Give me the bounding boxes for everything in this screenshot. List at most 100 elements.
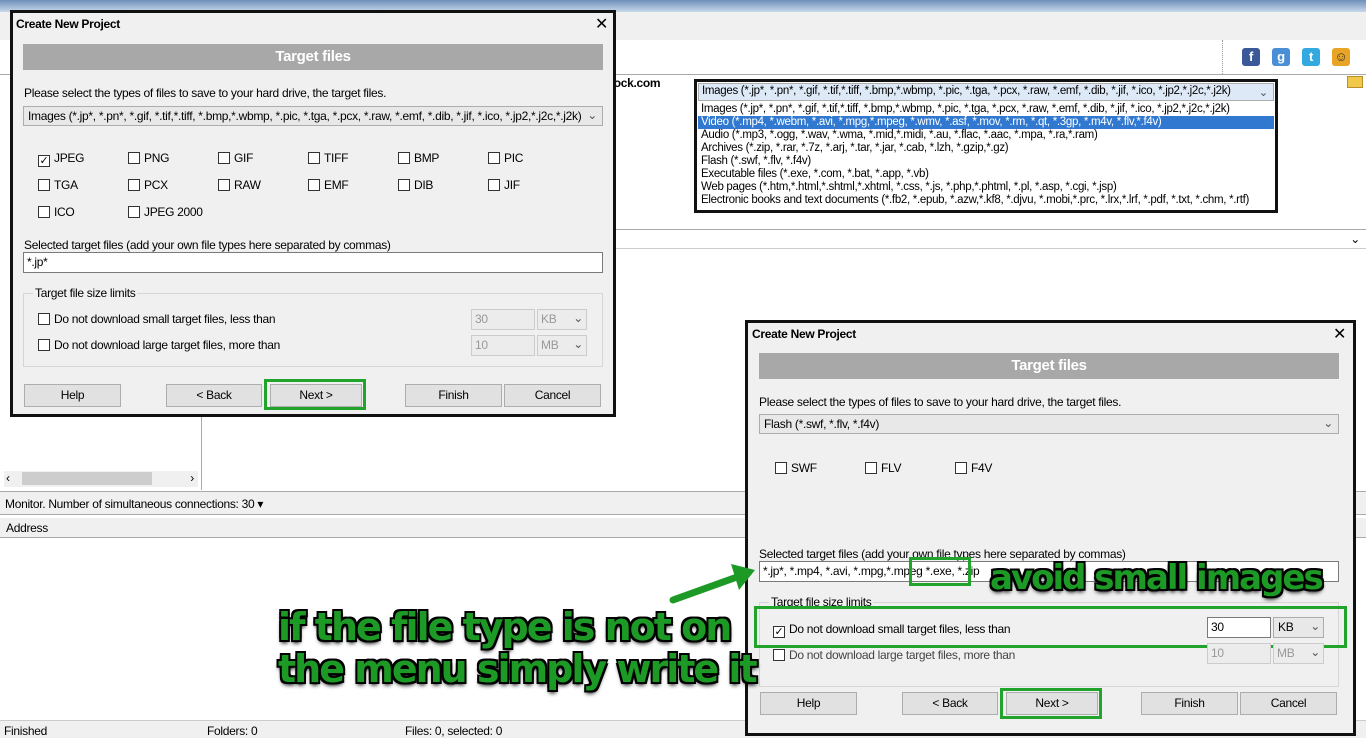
checkbox-png[interactable]: PNG [128,151,169,165]
help-button[interactable]: Help [24,384,121,407]
checkbox-jpeg-2000[interactable]: JPEG 2000 [128,205,203,219]
checkbox-label: PNG [144,151,170,165]
chevron-down-icon[interactable]: ⌄ [1350,232,1360,246]
checkbox[interactable] [128,179,140,191]
checkbox[interactable] [773,649,785,661]
checkbox-dib[interactable]: DIB [398,178,433,192]
annotation-hint: if the file type is not on the menu simpl… [278,606,758,690]
checkbox[interactable] [38,313,50,325]
select-value: Flash (*.swf, *.flv, *.f4v) [764,417,880,431]
horizontal-scrollbar[interactable]: ‹ › [4,471,198,487]
size-limits-label: Target file size limits [33,286,138,300]
finish-button[interactable]: Finish [405,384,502,407]
dropdown-option[interactable]: Flash (*.swf, *.flv, *.f4v) [698,155,1274,168]
large-files-checkbox[interactable]: Do not download large target files, more… [773,648,1015,662]
scroll-left-icon[interactable]: ‹ [6,471,10,485]
checkbox[interactable] [218,152,230,164]
dropdown-option[interactable]: Video (*.mp4, *.webm, *.avi, *.mpg,*.mpe… [698,116,1274,129]
checkbox[interactable] [775,462,787,474]
small-unit-select[interactable]: KB ⌄ [537,309,587,330]
folders-count: Folders: 0 [207,724,258,738]
close-icon[interactable]: ✕ [595,14,608,34]
checkbox-label: SWF [791,461,817,475]
checkbox-jif[interactable]: JIF [488,178,520,192]
checkbox[interactable] [398,152,410,164]
checkbox[interactable] [955,462,967,474]
highlight-box [909,557,971,586]
checkbox-tga[interactable]: TGA [38,178,78,192]
checkbox[interactable] [308,152,320,164]
twitter-icon[interactable]: t [1302,48,1320,66]
back-button[interactable]: < Back [902,692,998,715]
checkbox-gif[interactable]: GIF [218,151,253,165]
dropdown-option[interactable]: Archives (*.zip, *.rar, *.7z, *.arj, *.t… [698,142,1274,155]
cancel-button[interactable]: Cancel [1240,692,1337,715]
users-icon[interactable]: ☺ [1332,48,1350,66]
checkbox[interactable] [865,462,877,474]
dropdown-option[interactable]: Electronic books and text documents (*.f… [698,194,1274,207]
small-size-input[interactable]: 30 [471,309,535,330]
checkbox[interactable] [128,152,140,164]
checkbox-label: F4V [971,461,993,475]
dialog-title: Create New Project [752,327,856,341]
large-files-checkbox[interactable]: Do not download large target files, more… [38,338,280,352]
checkbox-raw[interactable]: RAW [218,178,261,192]
folder-icon[interactable] [1347,76,1363,88]
dropdown-option[interactable]: Executable files (*.exe, *.com, *.bat, *… [698,168,1274,181]
selected-target-input[interactable]: *.jp* [23,252,603,273]
small-files-checkbox[interactable]: Do not download small target files, less… [38,312,276,326]
checkbox[interactable] [128,206,140,218]
back-button[interactable]: < Back [166,384,262,407]
checkbox-tiff[interactable]: TIFF [308,151,348,165]
section-header: Target files [759,353,1339,379]
dropdown-option[interactable]: Images (*.jp*, *.pn*, *.gif, *.tif,*.tif… [698,103,1274,116]
scroll-thumb[interactable] [22,472,152,485]
checkbox-label: JPEG 2000 [144,205,203,219]
checkbox-pcx[interactable]: PCX [128,178,168,192]
checkbox-f4v[interactable]: F4V [955,461,992,475]
checkbox-flv[interactable]: FLV [865,461,902,475]
checkbox-pic[interactable]: PIC [488,151,523,165]
caret-down-icon[interactable]: ▾ [257,497,263,511]
checkbox[interactable] [398,179,410,191]
close-icon[interactable]: ✕ [1333,324,1346,344]
dropdown-option[interactable]: Web pages (*.htm,*.html,*.shtml,*.xhtml,… [698,181,1274,194]
checkbox-bmp[interactable]: BMP [398,151,439,165]
section-header: Target files [23,44,603,70]
checkbox-label: Do not download small target files, less… [54,312,276,326]
file-type-select[interactable]: Images (*.jp*, *.pn*, *.gif, *.tif,*.tif… [23,106,603,126]
google-icon[interactable]: g [1272,48,1290,66]
checkbox-label: ICO [54,205,75,219]
annotation-avoid-small: avoid small images [990,558,1324,598]
cancel-button[interactable]: Cancel [504,384,601,407]
checkbox-ico[interactable]: ICO [38,205,75,219]
checkbox[interactable] [218,179,230,191]
checkbox[interactable] [488,179,500,191]
dropdown-option[interactable]: Audio (*.mp3, *.ogg, *.wav, *.wma, *.mid… [698,129,1274,142]
checkbox[interactable]: ✓ [38,155,50,167]
checkbox[interactable] [38,179,50,191]
file-type-dropdown[interactable]: Images (*.jp*, *.pn*, *.gif, *.tif,*.tif… [694,79,1278,213]
unit-value: MB [541,338,559,352]
checkbox[interactable] [488,152,500,164]
dropdown-list: Images (*.jp*, *.pn*, *.gif, *.tif,*.tif… [698,103,1274,207]
checkbox[interactable] [38,339,50,351]
scroll-right-icon[interactable]: › [190,471,194,485]
large-size-input[interactable]: 10 [1207,643,1271,664]
chevron-down-icon: ⌄ [1258,87,1269,99]
dropdown-current[interactable]: Images (*.jp*, *.pn*, *.gif, *.tif,*.tif… [698,83,1274,101]
facebook-icon[interactable]: f [1242,48,1260,66]
checkbox-emf[interactable]: EMF [308,178,349,192]
large-size-input[interactable]: 10 [471,335,535,356]
large-unit-select[interactable]: MB ⌄ [1273,643,1324,664]
finish-button[interactable]: Finish [1141,692,1238,715]
checkbox[interactable] [308,179,320,191]
help-button[interactable]: Help [760,692,857,715]
file-type-select[interactable]: Flash (*.swf, *.flv, *.f4v) ⌄ [759,414,1339,434]
highlight-box [264,379,366,410]
checkbox-jpeg[interactable]: ✓ JPEG [38,151,84,167]
large-unit-select[interactable]: MB ⌄ [537,335,587,356]
highlight-box [1000,688,1102,719]
checkbox-swf[interactable]: SWF [775,461,817,475]
checkbox[interactable] [38,206,50,218]
